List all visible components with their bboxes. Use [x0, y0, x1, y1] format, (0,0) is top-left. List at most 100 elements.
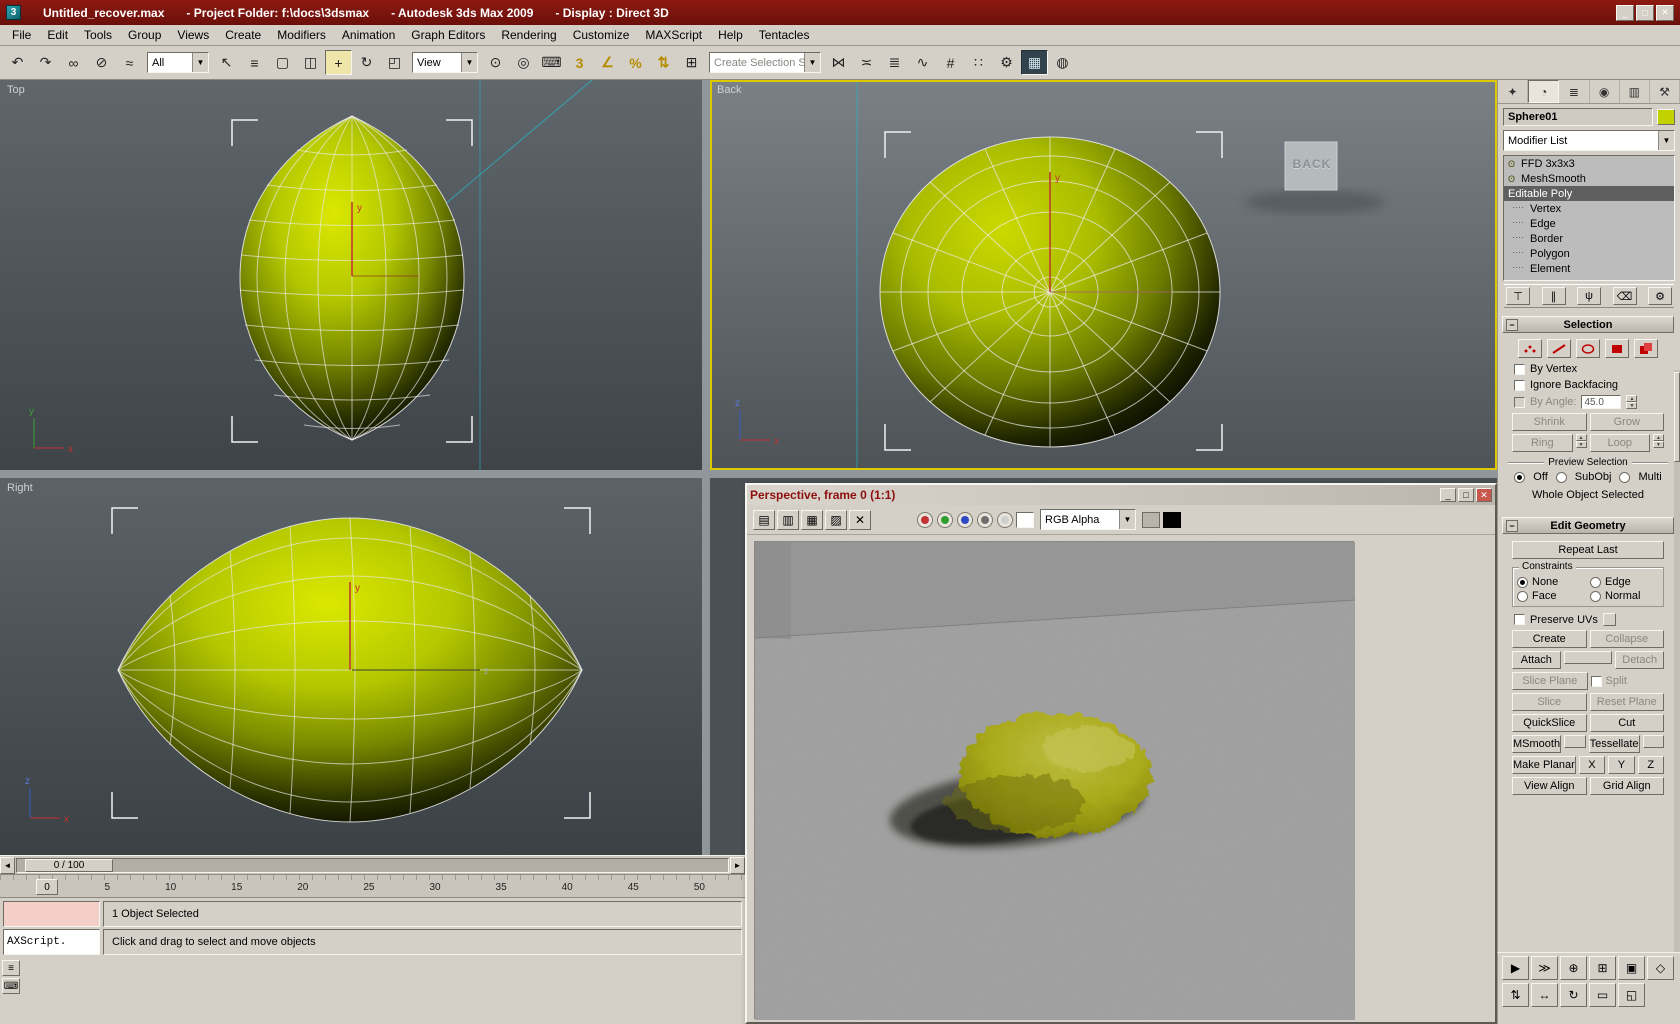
rendered-frame-icon[interactable]: ▦ [1021, 50, 1048, 75]
layer-swatch-gray[interactable] [1142, 511, 1160, 528]
alpha-channel-icon[interactable] [997, 511, 1013, 528]
rfw-minimize-icon[interactable]: _ [1440, 488, 1456, 502]
border-subobject-icon[interactable] [1576, 339, 1600, 358]
split-checkbox[interactable] [1590, 675, 1602, 687]
modifier-stack-row[interactable]: ʘ FFD 3x3x3 [1504, 156, 1674, 171]
tab-utilities[interactable]: ⚒ [1649, 80, 1680, 103]
maxscript-listener-input[interactable]: AXScript. [3, 929, 100, 955]
grow-button[interactable]: Grow [1589, 413, 1664, 431]
selection-filter-dropdown[interactable]: All ▼ [147, 52, 209, 73]
viewport-back[interactable]: y z x Back [710, 80, 1497, 470]
field-of-view-icon[interactable]: ◇ [1647, 956, 1674, 980]
time-slider-handle[interactable]: 0 / 100 [25, 858, 113, 872]
red-channel-icon[interactable] [917, 511, 933, 528]
undo-icon[interactable]: ↶ [4, 50, 31, 75]
menu-item[interactable]: Modifiers [269, 26, 334, 44]
arc-rotate-icon[interactable]: ↻ [1560, 983, 1587, 1007]
loop-button[interactable]: Loop [1589, 434, 1650, 452]
time-slider-track[interactable]: 0 / 100 [16, 857, 729, 873]
modifier-enable-icon[interactable]: ʘ [1508, 159, 1518, 169]
channel-display-dropdown[interactable]: RGB Alpha ▼ [1040, 509, 1136, 530]
zoom-all-icon[interactable]: ⊞ [1589, 956, 1616, 980]
chevron-down-icon[interactable]: ▼ [804, 53, 820, 72]
create-button[interactable]: Create [1512, 630, 1587, 648]
snaps-toggle-icon[interactable]: 3 [566, 50, 593, 75]
reset-plane-button[interactable]: Reset Plane [1589, 693, 1664, 711]
panel-scrollbar[interactable] [1674, 370, 1680, 952]
menu-item[interactable]: MAXScript [637, 26, 710, 44]
render-production-icon[interactable]: ◍ [1049, 50, 1076, 75]
green-channel-icon[interactable] [937, 511, 953, 528]
modifier-stack-row[interactable]: ʘ Polygon [1504, 246, 1674, 261]
attach-settings-button[interactable] [1563, 651, 1613, 664]
frame-forward-button[interactable]: ► [730, 856, 745, 874]
by-angle-checkbox[interactable]: By Angle: 45.0 ▲ ▼ [1514, 395, 1662, 409]
select-object-icon[interactable]: ↖ [213, 50, 240, 75]
use-pivot-center-icon[interactable]: ⊙ [482, 50, 509, 75]
rfw-close-icon[interactable]: ✕ [1476, 488, 1492, 502]
edit-geometry-rollout-header[interactable]: − Edit Geometry [1502, 517, 1674, 534]
tessellate-button[interactable]: Tessellate [1588, 735, 1640, 753]
modifier-stack-row[interactable]: ʘ Editable Poly [1504, 186, 1674, 201]
preview-subobj-radio[interactable] [1555, 471, 1567, 483]
slice-plane-button[interactable]: Slice Plane [1512, 672, 1588, 690]
shrink-button[interactable]: Shrink [1512, 413, 1587, 431]
menu-item[interactable]: Rendering [493, 26, 564, 44]
preview-multi-radio[interactable] [1619, 471, 1631, 483]
layer-manager-icon[interactable]: ≣ [881, 50, 908, 75]
vertex-subobject-icon[interactable] [1518, 339, 1542, 358]
detach-button[interactable]: Detach [1615, 651, 1665, 669]
modifier-stack-row[interactable]: ʘ MeshSmooth [1504, 171, 1674, 186]
coordinate-system-dropdown[interactable]: View ▼ [412, 52, 478, 73]
menu-item[interactable]: Group [120, 26, 169, 44]
clear-image-icon[interactable]: ✕ [849, 509, 871, 530]
menu-item[interactable]: Tentacles [751, 26, 818, 44]
chevron-down-icon[interactable]: ▼ [461, 53, 477, 72]
ignore-backfacing-checkbox[interactable]: Ignore Backfacing [1514, 379, 1662, 391]
modifier-stack-row[interactable]: ʘ Vertex [1504, 201, 1674, 216]
spinner-snap-icon[interactable]: ⇅ [650, 50, 677, 75]
menu-item[interactable]: Customize [565, 26, 638, 44]
collapse-icon[interactable]: − [1506, 520, 1518, 532]
mirror-icon[interactable]: ⋈ [825, 50, 852, 75]
print-image-icon[interactable]: ▨ [825, 509, 847, 530]
make-planar-button[interactable]: Make Planar [1512, 756, 1576, 774]
listener-toggle-icon[interactable]: ≡ [2, 960, 20, 976]
select-and-scale-icon[interactable]: ◰ [381, 50, 408, 75]
rendered-frame-window[interactable]: Perspective, frame 0 (1:1) _ □ ✕ ▤ ▥ ▦ ▨ ✕ RGB… [745, 483, 1497, 1024]
modifier-stack-row[interactable]: ʘ Element [1504, 261, 1674, 276]
polygon-subobject-icon[interactable] [1605, 339, 1629, 358]
viewport-top[interactable]: y y x Top [0, 80, 702, 470]
tab-modify[interactable]: ◔ [1528, 80, 1560, 103]
edge-subobject-icon[interactable] [1547, 339, 1571, 358]
angle-snap-icon[interactable]: ∠ [594, 50, 621, 75]
constraint-normal-radio[interactable] [1590, 590, 1601, 602]
schematic-view-icon[interactable]: # [937, 50, 964, 75]
collapse-icon[interactable]: − [1506, 319, 1518, 331]
track-bar[interactable]: 05101520253035404550 0 [0, 874, 745, 898]
rectangular-selection-icon[interactable]: ▢ [269, 50, 296, 75]
object-color-swatch[interactable] [1657, 109, 1675, 125]
tab-hierarchy[interactable]: ≣ [1559, 80, 1590, 103]
named-selection-sets-icon[interactable]: ⊞ [678, 50, 705, 75]
modifier-enable-icon[interactable]: ʘ [1508, 174, 1518, 184]
msmooth-button[interactable]: MSmooth [1512, 735, 1562, 753]
msmooth-settings-button[interactable] [1564, 735, 1586, 748]
close-icon[interactable]: ✕ [1656, 4, 1674, 21]
planar-z-button[interactable]: Z [1637, 756, 1664, 774]
modifier-list-dropdown[interactable]: Modifier List ▼ [1503, 130, 1675, 151]
select-and-move-icon[interactable]: + [325, 50, 352, 75]
bind-to-spacewarp-icon[interactable]: ≈ [116, 50, 143, 75]
copy-image-icon[interactable]: ▥ [777, 509, 799, 530]
viewport-right[interactable]: y z z x Right [0, 478, 702, 855]
tessellate-settings-button[interactable] [1642, 735, 1664, 748]
redo-icon[interactable]: ↷ [32, 50, 59, 75]
menu-item[interactable]: Tools [76, 26, 120, 44]
maximize-icon[interactable]: □ [1636, 4, 1654, 21]
keyboard-icon[interactable]: ⌨ [2, 978, 20, 994]
preview-off-radio[interactable] [1514, 471, 1526, 483]
select-by-name-icon[interactable]: ≡ [241, 50, 268, 75]
rfw-maximize-icon[interactable]: □ [1458, 488, 1474, 502]
loop-spinner[interactable]: ▲ ▼ [1653, 434, 1664, 452]
menu-item[interactable]: Create [217, 26, 269, 44]
